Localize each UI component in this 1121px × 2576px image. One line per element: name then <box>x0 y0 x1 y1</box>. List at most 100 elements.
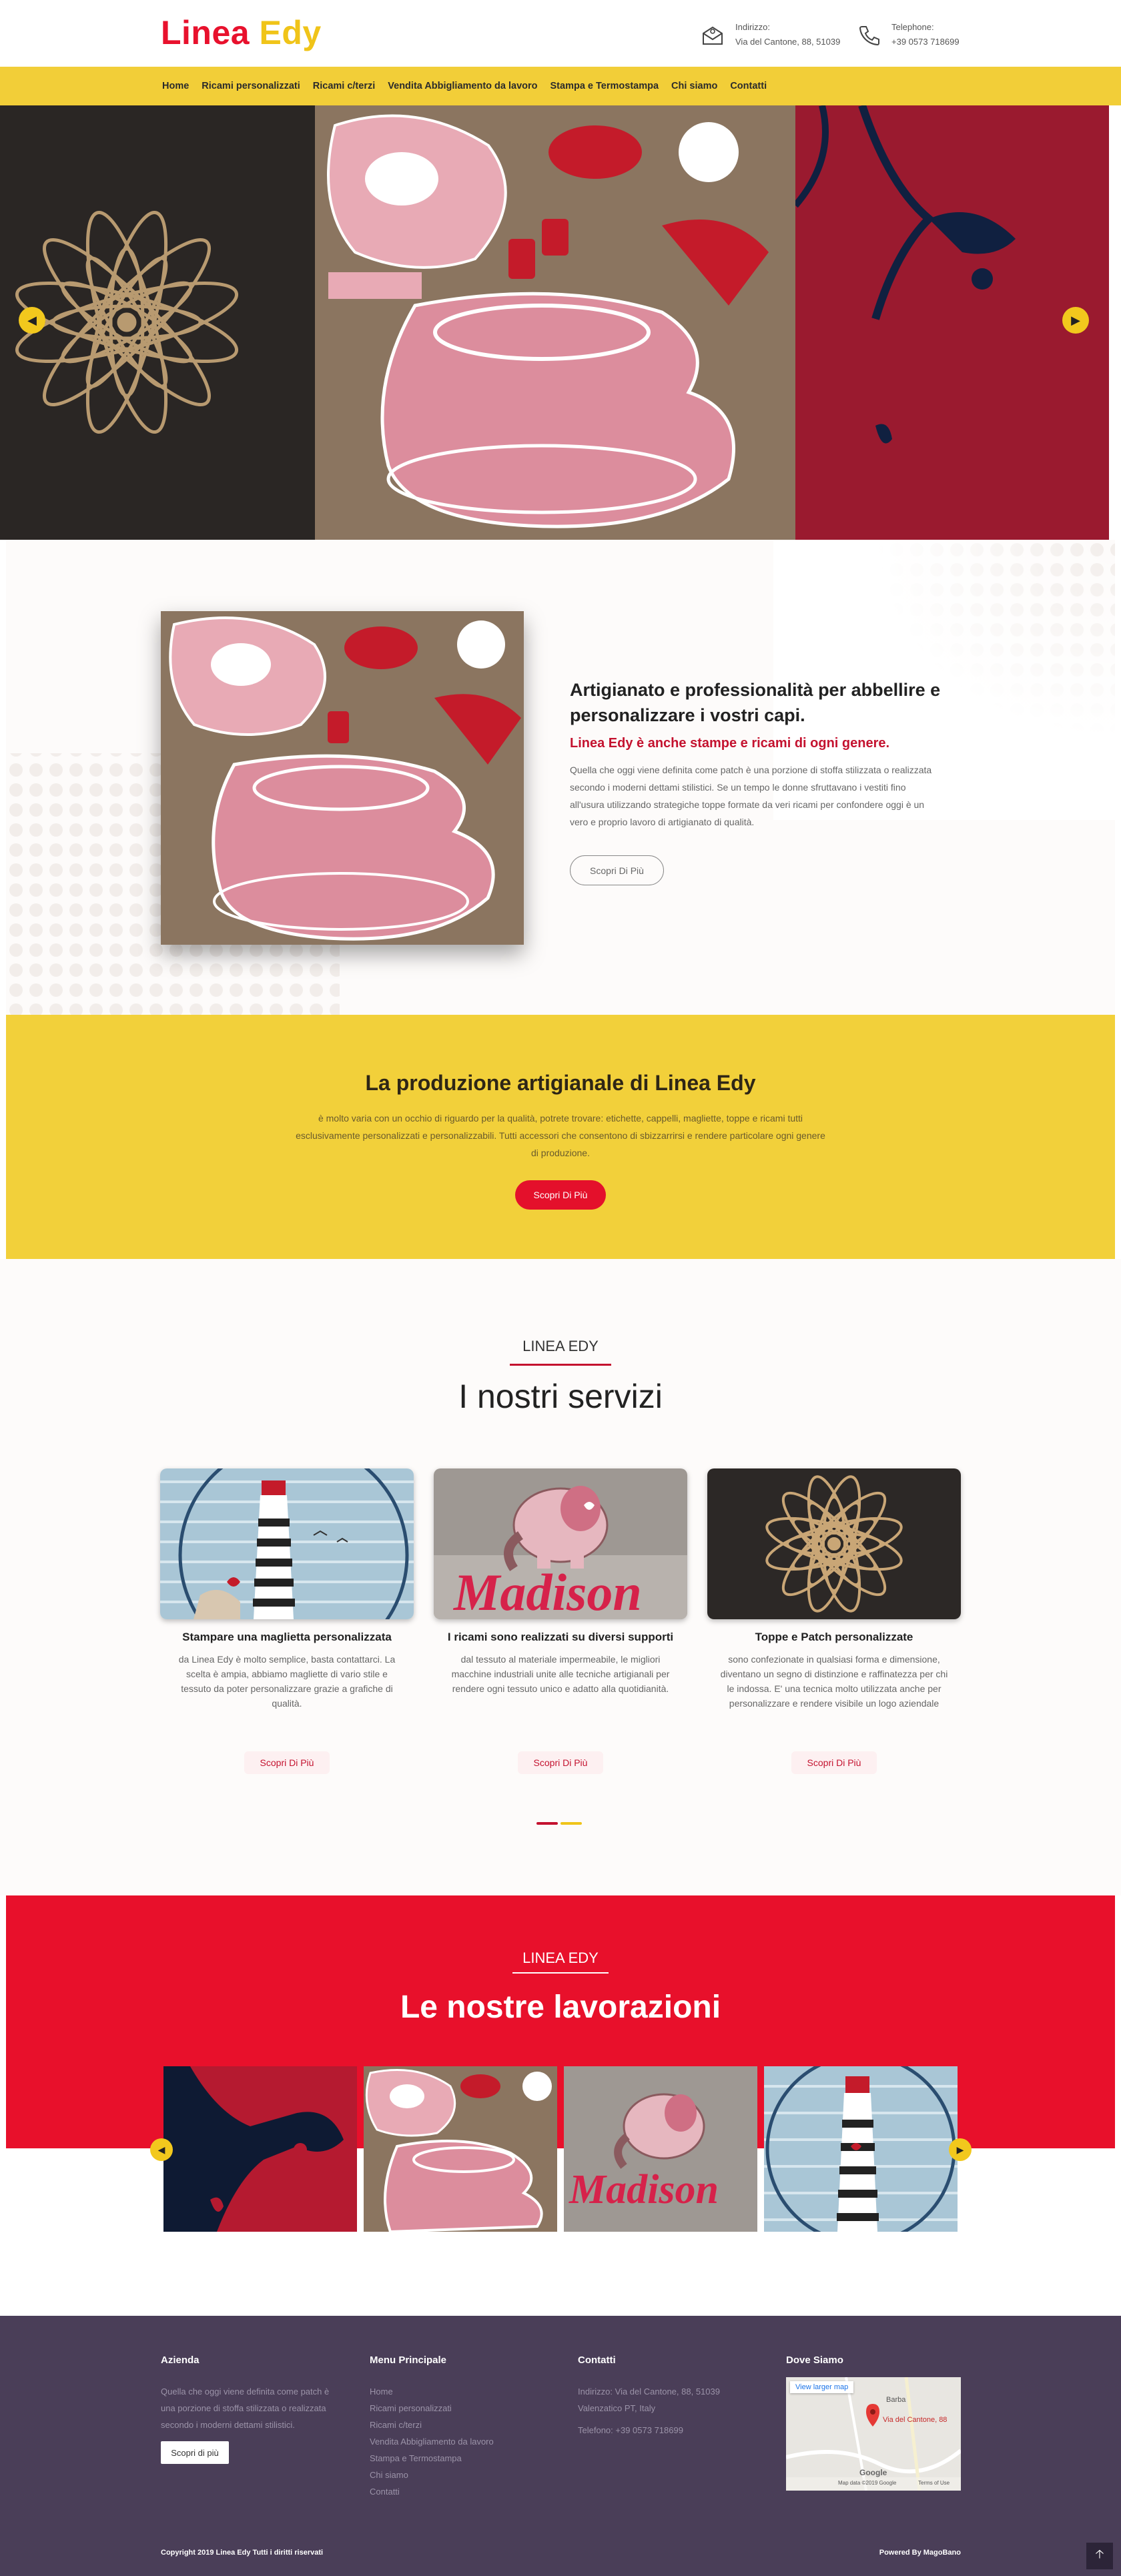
logo-part-yellow: Edy <box>259 14 322 51</box>
phone-value[interactable]: +39 0573 718699 <box>891 35 960 49</box>
back-to-top-button[interactable]: 🡡 <box>1086 2543 1113 2569</box>
arrow-right-icon: ▶ <box>1071 313 1080 327</box>
logo[interactable]: Linea Edy <box>161 13 322 52</box>
works-title: Le nostre lavorazioni <box>400 1990 721 2025</box>
arrow-up-icon: 🡡 <box>1095 2547 1104 2561</box>
service-title: I ricami sono realizzati su diversi supp… <box>447 1631 674 1643</box>
carousel-dots <box>536 1822 585 1825</box>
service-more-button[interactable]: Scopri Di Più <box>518 1751 603 1774</box>
service-image-patch <box>707 1468 961 1619</box>
work-item-elephant[interactable]: Madison <box>564 2066 757 2232</box>
works-section: LINEA EDY Le nostre lavorazioni Madison … <box>0 1895 1121 2316</box>
slide-image-patch <box>0 105 315 540</box>
intro-image <box>161 611 524 945</box>
arrow-left-icon: ◀ <box>27 313 37 327</box>
address-block: Indirizzo: Via del Cantone, 88, 51039 <box>698 20 840 49</box>
footer-link[interactable]: Chi siamo <box>370 2467 556 2483</box>
map-larger-link[interactable]: View larger map <box>790 2381 854 2393</box>
intro-text: Quella che oggi viene definita come patc… <box>570 765 932 827</box>
services-section: LINEA EDY I nostri servizi Stampare una … <box>0 1259 1121 1895</box>
services-title: I nostri servizi <box>458 1378 663 1415</box>
footer-col-azienda: Azienda Quella che oggi viene definita c… <box>161 2354 348 2464</box>
footer-link[interactable]: Home <box>370 2383 556 2400</box>
service-title: Toppe e Patch personalizzate <box>755 1631 913 1643</box>
map-attribution: Map data ©2019 Google <box>838 2480 897 2486</box>
map-terms-link[interactable]: Terms of Use <box>918 2480 950 2486</box>
map-envelope-icon <box>703 26 723 45</box>
footer-col-menu: Menu Principale Home Ricami personalizza… <box>370 2354 556 2500</box>
footer-link[interactable]: Contatti <box>370 2483 556 2500</box>
service-text: dal tessuto al materiale impermeabile, l… <box>451 1654 670 1694</box>
footer-link[interactable]: Ricami personalizzati <box>370 2400 556 2417</box>
footer-heading: Contatti <box>578 2354 616 2366</box>
works-divider <box>512 1972 609 1974</box>
slide-image-placemats <box>315 105 795 540</box>
carousel-dot-active[interactable] <box>536 1822 558 1825</box>
main-nav: Home Ricami personalizzati Ricami c/terz… <box>0 67 1121 105</box>
hero-slider[interactable]: ◀ ▶ <box>0 105 1109 540</box>
phone-block: Telephone: +39 0573 718699 <box>854 20 960 49</box>
arrow-left-icon: ◀ <box>157 2144 165 2155</box>
slider-prev-button[interactable]: ◀ <box>19 307 45 334</box>
intro-section: Artigianato e professionalità per abbell… <box>6 540 1115 1015</box>
footer-address: Indirizzo: Via del Cantone, 88, 51039 <box>578 2387 720 2397</box>
svg-text:Madison: Madison <box>452 1563 642 1619</box>
service-more-button[interactable]: Scopri Di Più <box>244 1751 330 1774</box>
service-image-lighthouse <box>160 1468 414 1619</box>
intro-title: Artigianato e professionalità per abbell… <box>570 680 941 725</box>
phone-label: Telephone: <box>891 22 934 32</box>
service-more-button[interactable]: Scopri Di Più <box>791 1751 877 1774</box>
nav-item-chi-siamo[interactable]: Chi siamo <box>671 81 717 91</box>
services-kicker: LINEA EDY <box>522 1338 599 1354</box>
works-next-button[interactable]: ▶ <box>949 2138 972 2161</box>
page: Linea Edy Indirizzo: Via del Cantone, 88,… <box>0 0 1121 2576</box>
map-google-logo: Google <box>859 2468 887 2477</box>
service-image-elephant: Madison <box>434 1468 687 1619</box>
footer-link[interactable]: Ricami c/terzi <box>370 2417 556 2433</box>
service-text: sono confezionate in qualsiasi forma e d… <box>720 1654 948 1709</box>
footer-link[interactable]: Stampa e Termostampa <box>370 2450 556 2467</box>
arrow-right-icon: ▶ <box>956 2144 964 2155</box>
intro-subtitle: Linea Edy è anche stampe e ricami di ogn… <box>570 736 890 751</box>
works-prev-button[interactable]: ◀ <box>150 2138 173 2161</box>
slider-next-button[interactable]: ▶ <box>1062 307 1089 334</box>
footer-phone[interactable]: Telefono: +39 0573 718699 <box>578 2422 765 2439</box>
logo-part-red: Linea <box>161 14 250 51</box>
nav-item-vendita-abbigliamento[interactable]: Vendita Abbigliamento da lavoro <box>388 81 537 91</box>
nav-item-stampa[interactable]: Stampa e Termostampa <box>550 81 659 91</box>
carousel-dot[interactable] <box>560 1822 582 1825</box>
footer-heading: Menu Principale <box>370 2354 447 2366</box>
production-section: La produzione artigianale di Linea Edy è… <box>6 1015 1115 1259</box>
service-text: da Linea Edy è molto semplice, basta con… <box>178 1654 396 1709</box>
nav-item-ricami-cterzi[interactable]: Ricami c/terzi <box>313 81 376 91</box>
svg-text:Madison: Madison <box>569 2167 719 2212</box>
map-embed[interactable]: View larger map Via del Cantone, 88 Barb… <box>786 2377 961 2491</box>
address-value: Via del Cantone, 88, 51039 <box>735 37 841 47</box>
nav-item-home[interactable]: Home <box>162 81 189 91</box>
work-item-lighthouse[interactable] <box>764 2066 958 2232</box>
services-divider <box>510 1364 611 1366</box>
map-place-label: Via del Cantone, 88 <box>883 2416 948 2424</box>
service-title: Stampare una maglietta personalizzata <box>182 1631 392 1643</box>
service-card-1: Stampare una maglietta personalizzata da… <box>160 1468 414 1774</box>
production-more-button[interactable]: Scopri Di Più <box>515 1180 606 1210</box>
footer-link[interactable]: Vendita Abbigliamento da lavoro <box>370 2433 556 2450</box>
footer-more-button[interactable]: Scopri di più <box>161 2441 229 2464</box>
footer-col-contatti: Contatti Indirizzo: Via del Cantone, 88,… <box>578 2354 765 2439</box>
work-item-placemats[interactable] <box>364 2066 557 2232</box>
address-label: Indirizzo: <box>735 22 771 32</box>
footer-heading: Dove Siamo <box>786 2354 843 2366</box>
footer-address-city: Valenzatico PT, Italy <box>578 2403 656 2413</box>
work-item-face[interactable] <box>163 2066 357 2232</box>
production-text: è molto varia con un occhio di riguardo … <box>296 1113 825 1158</box>
intro-more-button[interactable]: Scopri Di Più <box>570 855 664 885</box>
footer-text: Quella che oggi viene definita come patc… <box>161 2387 330 2430</box>
nav-item-ricami-personalizzati[interactable]: Ricami personalizzati <box>202 81 300 91</box>
footer-heading: Azienda <box>161 2354 200 2366</box>
footer-copyright: Copyright 2019 Linea Edy Tutti i diritti… <box>161 2549 324 2557</box>
production-title: La produzione artigianale di Linea Edy <box>365 1071 756 1095</box>
map-town-label: Barba <box>886 2396 906 2404</box>
nav-item-contatti[interactable]: Contatti <box>730 81 767 91</box>
service-card-3: Toppe e Patch personalizzate sono confez… <box>707 1468 961 1774</box>
footer-powered-by[interactable]: Powered By MagoBano <box>879 2549 961 2557</box>
